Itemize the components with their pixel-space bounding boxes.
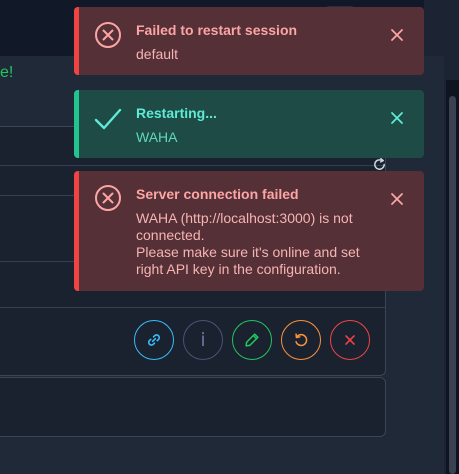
row-divider bbox=[0, 307, 386, 308]
stop-button[interactable] bbox=[330, 320, 370, 360]
pencil-icon bbox=[245, 333, 259, 347]
scrollbar-thumb[interactable] bbox=[449, 96, 456, 474]
toast-message-line: Please make sure it's online and set rig… bbox=[136, 244, 360, 277]
toast-title: Restarting... bbox=[136, 105, 217, 121]
restart-button[interactable] bbox=[281, 320, 321, 360]
error-circle-icon bbox=[95, 185, 121, 211]
toast-accent-bar bbox=[74, 171, 79, 291]
link-button[interactable] bbox=[134, 320, 174, 360]
success-toast: Restarting... WAHA bbox=[74, 90, 424, 158]
toast-title: Failed to restart session bbox=[136, 22, 298, 38]
info-button[interactable]: i bbox=[183, 320, 223, 360]
toast-message: WAHA bbox=[136, 129, 178, 145]
toast-accent-bar bbox=[74, 7, 79, 75]
info-icon: i bbox=[200, 329, 206, 351]
background-partial-text: e! bbox=[0, 64, 14, 81]
error-toast: Server connection failed WAHA (http://lo… bbox=[74, 171, 424, 291]
edit-button[interactable] bbox=[232, 320, 272, 360]
close-icon[interactable] bbox=[390, 192, 404, 206]
error-circle-icon bbox=[95, 22, 121, 48]
checkmark-icon bbox=[94, 108, 122, 130]
error-toast: Failed to restart session default bbox=[74, 7, 424, 75]
toast-message: WAHA (http://localhost:3000) is not conn… bbox=[136, 210, 384, 278]
toast-accent-bar bbox=[74, 90, 79, 158]
toast-title: Server connection failed bbox=[136, 186, 299, 202]
sessions-card-footer bbox=[0, 377, 386, 437]
close-icon[interactable] bbox=[390, 28, 404, 42]
refresh-icon[interactable] bbox=[372, 157, 387, 172]
toast-message-line: WAHA (http://localhost:3000) is not conn… bbox=[136, 210, 353, 243]
page: e! i Failed to restart session default R… bbox=[0, 0, 459, 474]
close-icon[interactable] bbox=[390, 111, 404, 125]
close-icon bbox=[345, 335, 355, 345]
row-divider bbox=[0, 165, 386, 166]
restart-icon bbox=[295, 333, 308, 347]
toast-message: default bbox=[136, 46, 179, 62]
link-icon bbox=[148, 334, 160, 346]
